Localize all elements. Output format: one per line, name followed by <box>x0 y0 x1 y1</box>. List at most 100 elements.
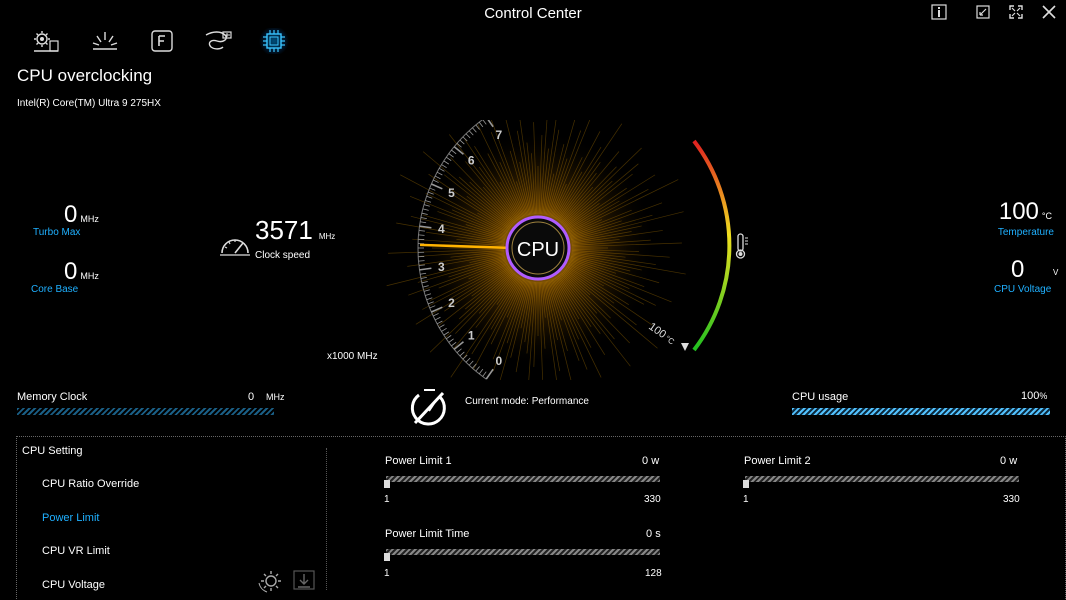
pl1-value-group: 0 w <box>642 455 659 467</box>
dial-tick <box>465 133 471 139</box>
dial-tick <box>456 348 462 353</box>
cpu-voltage-label: CPU Voltage <box>994 284 1052 295</box>
pl1-max: 330 <box>644 494 661 505</box>
dial-tick <box>451 149 457 155</box>
cpu-usage-label: CPU usage <box>792 391 849 403</box>
apply-settings-icon[interactable] <box>258 569 284 598</box>
pl2-value: 0 <box>1000 455 1007 467</box>
pl2-max: 330 <box>1003 494 1020 505</box>
dial-tick <box>468 130 474 136</box>
dial-tick <box>434 316 441 321</box>
info-icon[interactable] <box>928 4 950 20</box>
memory-clock-value: 0 <box>248 391 255 403</box>
pl1-min: 1 <box>384 494 390 505</box>
plt-label: Power Limit Time <box>385 528 470 540</box>
dial-tick <box>459 351 465 357</box>
cpu-usage-value: 100 <box>1021 390 1040 402</box>
pl1-slider-handle[interactable] <box>384 480 390 488</box>
window-title: Control Center <box>484 5 582 22</box>
brightness-icon[interactable] <box>90 28 120 54</box>
plt-slider-handle[interactable] <box>384 553 390 561</box>
pl2-slider-track[interactable] <box>745 476 1019 482</box>
temperature-marker-icon <box>681 343 689 351</box>
dial-tick <box>472 127 477 133</box>
speedometer-icon <box>219 233 251 262</box>
pl2-min: 1 <box>743 494 749 505</box>
dial-tick <box>478 121 484 128</box>
pl2-unit: w <box>1009 455 1018 467</box>
cpu-voltage-value-group: 0 <box>1011 256 1024 284</box>
menu-item-cpu-voltage[interactable]: CPU Voltage <box>42 579 105 591</box>
cpu-chip-icon[interactable] <box>259 28 289 54</box>
temperature-arc <box>692 139 732 352</box>
thermometer-icon <box>732 232 750 265</box>
cpu-model-name: Intel(R) Core(TM) Ultra 9 275HX <box>17 98 161 109</box>
dial-tick-label: 2 <box>448 296 455 310</box>
dial-tick <box>468 360 474 366</box>
dial-tick <box>441 327 447 332</box>
plt-value-group: 0 s <box>646 528 661 540</box>
turbo-max-unit: MHz <box>80 214 99 224</box>
cpu-gauge: 0 1 2 3 4 5 6 7 CPU 100°C <box>386 120 732 380</box>
temperature-value-group: 100 °C <box>999 198 1052 226</box>
memory-clock-unit: MHz <box>266 392 285 402</box>
plt-value: 0 <box>646 528 653 540</box>
dial-tick <box>448 153 454 158</box>
pl1-slider-track[interactable] <box>386 476 660 482</box>
plt-max: 128 <box>645 568 662 579</box>
plt-unit: s <box>655 528 661 540</box>
pl2-label: Power Limit 2 <box>744 455 811 467</box>
dial-tick <box>439 324 445 329</box>
dial-tick <box>432 313 439 317</box>
temperature-value: 100 <box>998 198 1039 225</box>
dial-tick-label: 0 <box>496 354 503 368</box>
dial-tick <box>436 171 443 176</box>
dial-tick-label: 6 <box>468 154 475 168</box>
core-base-value-group: 0 MHz <box>64 258 99 286</box>
plt-slider-track[interactable] <box>386 549 660 555</box>
minimize-icon[interactable] <box>972 4 994 20</box>
cpu-setting-header: CPU Setting <box>22 445 83 457</box>
dial-tick <box>451 341 457 347</box>
dial-tick <box>448 338 454 343</box>
menu-item-power-limit[interactable]: Power Limit <box>42 512 99 524</box>
close-icon[interactable] <box>1038 4 1060 20</box>
turbo-max-value-group: 0 MHz <box>64 201 99 229</box>
core-base-label: Core Base <box>31 284 79 295</box>
menu-item-cpu-ratio-override[interactable]: CPU Ratio Override <box>42 478 139 490</box>
pl2-slider-handle[interactable] <box>743 480 749 488</box>
function-key-icon[interactable] <box>147 28 177 54</box>
cpu-usage-unit: % <box>1039 391 1048 401</box>
cpu-usage-bar <box>792 408 1050 415</box>
dial-tick-label: 1 <box>468 328 475 342</box>
dial-tick <box>482 371 487 377</box>
clock-speed-value: 3571 <box>255 215 313 245</box>
memory-clock-bar <box>17 408 274 415</box>
cpu-usage-value-group: 100% <box>1021 390 1047 402</box>
clock-speed-label: Clock speed <box>255 250 311 261</box>
dial-tick <box>434 175 441 180</box>
temperature-unit: °C <box>1041 211 1052 221</box>
gauge-scale-label: x1000 MHz <box>327 351 378 362</box>
pl2-value-group: 0 w <box>1000 455 1017 467</box>
dial-tick <box>478 368 484 375</box>
fan-icon[interactable] <box>203 28 233 54</box>
menu-item-cpu-vr-limit[interactable]: CPU VR Limit <box>42 545 110 557</box>
dial-tick-label: 5 <box>448 186 455 200</box>
cpu-usage-bar-fill <box>792 408 1050 415</box>
plt-min: 1 <box>384 568 390 579</box>
performance-mode-icon <box>409 385 449 432</box>
cpu-setting-panel <box>16 436 1066 599</box>
dial-tick-label: 3 <box>438 260 445 274</box>
dial-tick <box>443 160 450 165</box>
settings-panel-icon[interactable] <box>31 28 61 54</box>
fullscreen-icon[interactable] <box>1005 4 1027 20</box>
download-icon[interactable] <box>292 569 316 596</box>
dial-tick <box>465 357 471 363</box>
dial-tick <box>475 366 480 372</box>
dial-tick-label: 4 <box>438 222 445 236</box>
dial-tick <box>485 368 494 380</box>
panel-divider <box>326 448 327 590</box>
core-base-unit: MHz <box>80 271 99 281</box>
dial-tick-label: 7 <box>496 128 503 142</box>
